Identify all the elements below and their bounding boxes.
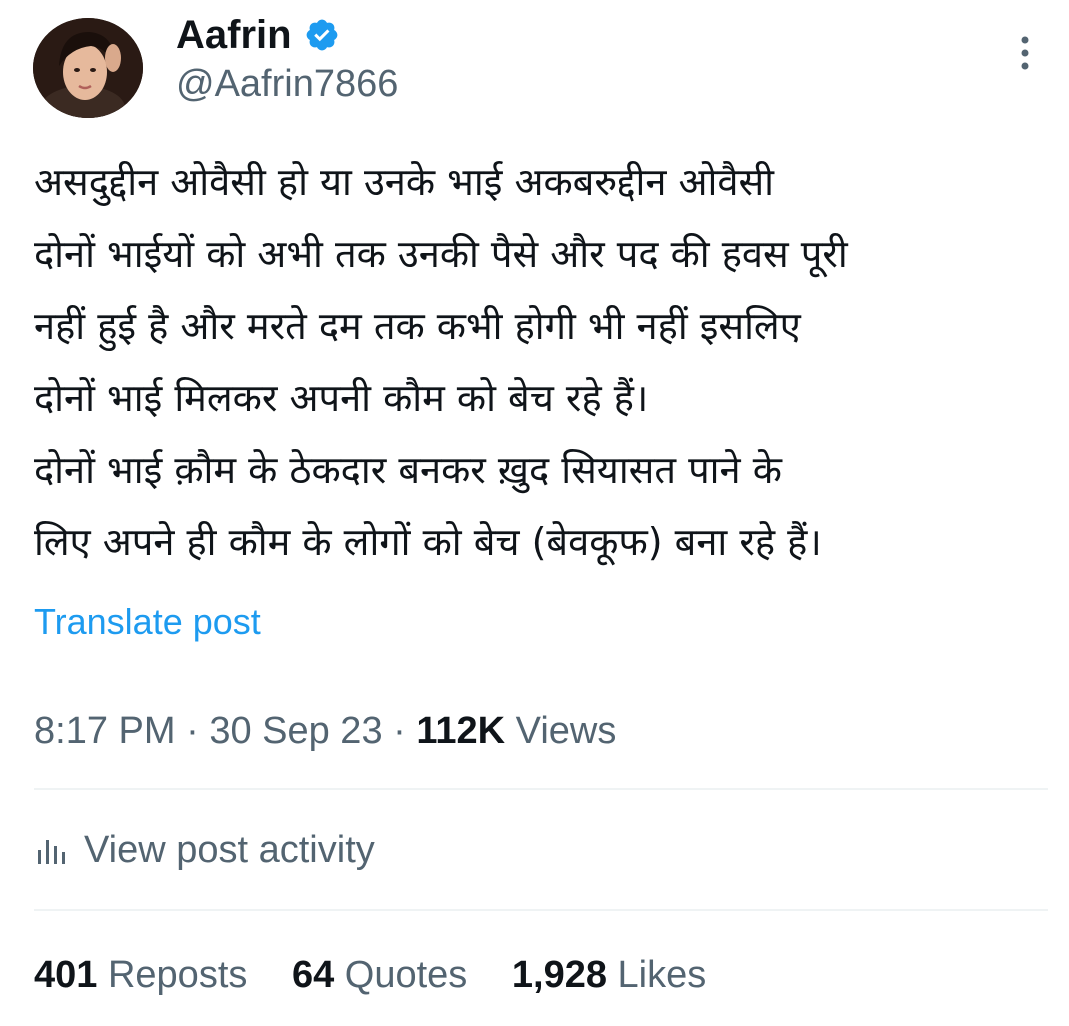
likes-label: Likes — [617, 954, 707, 996]
likes-count: 1,928 — [511, 954, 607, 996]
author-name[interactable]: Aafrin — [176, 12, 292, 58]
post-text-line: लिए अपने ही कौम के लोगों को बेच (बेवकूफ)… — [34, 520, 822, 564]
translate-post-link[interactable]: Translate post — [34, 600, 261, 644]
quotes-stat[interactable]: 64 Quotes — [292, 950, 467, 1000]
post-text-line: नहीं हुई है और मरते दम तक कभी होगी भी नह… — [34, 304, 801, 348]
post-text-line: दोनों भाई मिलकर अपनी कौम को बेच रहे हैं। — [34, 376, 649, 420]
more-vertical-icon[interactable] — [1012, 34, 1038, 74]
meta-separator: · — [175, 710, 210, 752]
post-text-line: दोनों भाईयों को अभी तक उनकी पैसे और पद क… — [34, 232, 848, 276]
engagement-stats: 401 Reposts 64 Quotes 1,928 Likes — [34, 950, 740, 1000]
quotes-count: 64 — [291, 954, 335, 996]
view-post-activity-button[interactable]: View post activity — [34, 826, 375, 874]
quotes-label: Quotes — [344, 954, 468, 996]
divider — [34, 909, 1048, 911]
views-count: 112K — [416, 710, 506, 752]
avatar[interactable] — [33, 18, 143, 118]
reposts-label: Reposts — [107, 954, 248, 996]
post-date[interactable]: 30 Sep 23 — [209, 710, 382, 752]
divider — [34, 788, 1048, 790]
reposts-count: 401 — [34, 954, 98, 996]
post-text-line: असदुद्दीन ओवैसी हो या उनके भाई अकबरुद्दी… — [34, 160, 775, 204]
author-name-row: Aafrin — [176, 12, 340, 58]
post-text-line: दोनों भाई क़ौम के ठेकदार बनकर ख़ुद सियास… — [34, 448, 782, 492]
verified-badge-icon[interactable] — [304, 17, 340, 53]
meta-separator: · — [382, 710, 417, 752]
bar-chart-icon — [34, 832, 70, 868]
post-meta: 8:17 PM · 30 Sep 23 · 112K Views — [34, 708, 616, 754]
author-handle[interactable]: @Aafrin7866 — [176, 62, 398, 106]
likes-stat[interactable]: 1,928 Likes — [512, 950, 706, 1000]
reposts-stat[interactable]: 401 Reposts — [34, 950, 247, 1000]
view-post-activity-label: View post activity — [84, 829, 375, 871]
avatar-image — [33, 18, 143, 118]
views-label: Views — [505, 710, 617, 752]
post-time[interactable]: 8:17 PM — [34, 710, 176, 752]
post-text: असदुद्दीन ओवैसी हो या उनके भाई अकबरुद्दी… — [34, 146, 1059, 578]
